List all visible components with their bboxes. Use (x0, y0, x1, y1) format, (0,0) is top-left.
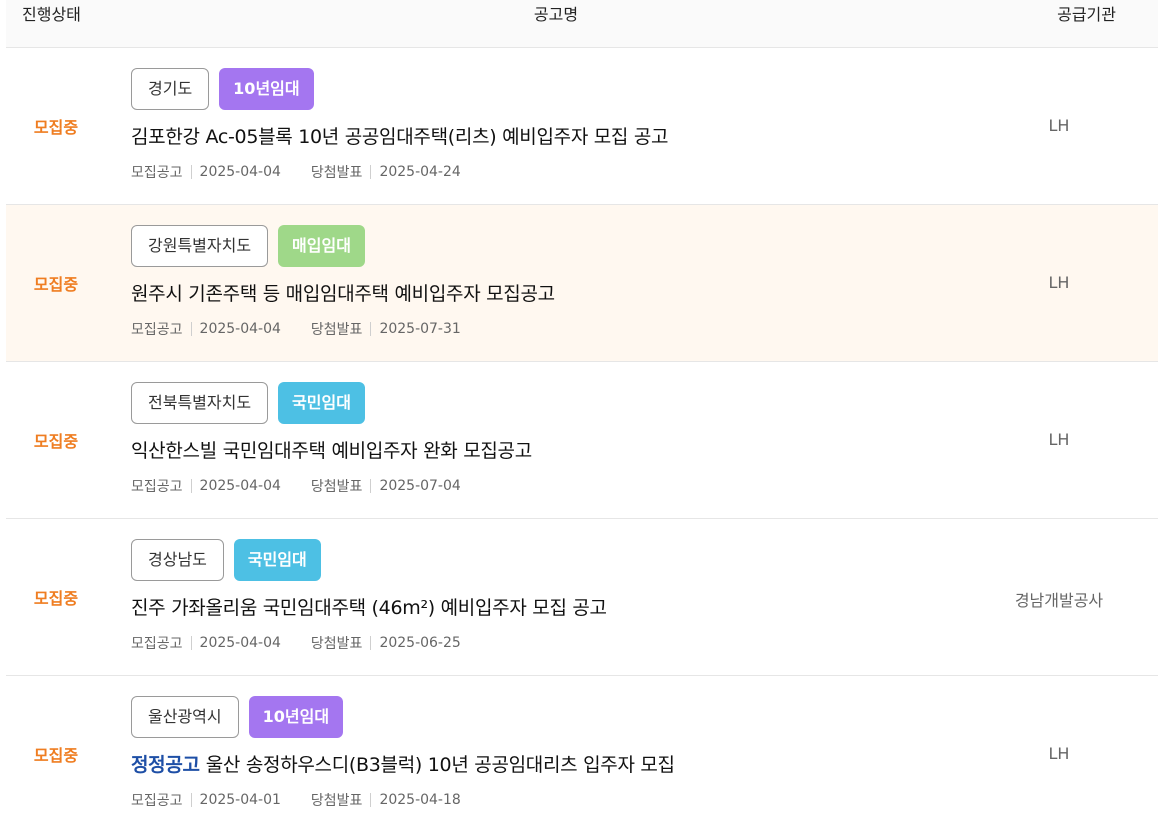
header-title: 공고명 (533, 5, 579, 24)
date-info: 모집공고 2025-04-04 당첨발표 2025-07-31 (131, 319, 461, 339)
table-row[interactable]: 모집중 경상남도 국민임대 진주 가좌올리움 국민임대주택 (46m²) 예비입… (6, 519, 1158, 676)
rental-type-tag: 10년임대 (219, 68, 314, 110)
tag-group: 경기도 10년임대 (131, 68, 314, 110)
winner-date: 2025-07-31 (379, 321, 461, 337)
correction-label: 정정공고 (131, 754, 200, 776)
region-tag: 강원특별자치도 (131, 225, 269, 267)
date-info: 모집공고 2025-04-04 당첨발표 2025-04-24 (131, 162, 461, 182)
winner-label: 당첨발표 (310, 479, 363, 495)
region-tag: 경기도 (131, 68, 210, 110)
notice-label: 모집공고 (131, 636, 183, 652)
table-row[interactable]: 모집중 경기도 10년임대 김포한강 Ac-05블록 10년 공공임대주택(리츠… (6, 48, 1158, 205)
announcement-title: 울산 송정하우스디(B3블럭) 10년 공공임대리츠 입주자 모집 (205, 754, 675, 776)
tag-group: 강원특별자치도 매입임대 (131, 225, 365, 267)
rental-type-tag: 국민임대 (278, 382, 365, 424)
divider (190, 636, 192, 650)
status-badge: 모집중 (33, 432, 79, 451)
date-info: 모집공고 2025-04-01 당첨발표 2025-04-18 (131, 790, 461, 810)
divider (190, 479, 192, 493)
table-row[interactable]: 모집중 전북특별자치도 국민임대 익산한스빌 국민임대주택 예비입주자 완화 모… (6, 362, 1158, 519)
rental-type-tag: 매입임대 (278, 225, 365, 267)
supply-org: LH (1048, 744, 1070, 763)
notice-date: 2025-04-04 (199, 478, 281, 494)
date-info: 모집공고 2025-04-04 당첨발표 2025-06-25 (131, 633, 461, 653)
rental-type-tag: 10년임대 (248, 696, 344, 738)
winner-label: 당첨발표 (310, 322, 363, 338)
table-row[interactable]: 모집중 강원특별자치도 매입임대 원주시 기존주택 등 매입임대주택 예비입주자… (6, 205, 1158, 362)
winner-label: 당첨발표 (310, 636, 363, 652)
notice-date: 2025-04-04 (199, 635, 281, 651)
winner-date: 2025-04-24 (379, 164, 461, 180)
notice-date: 2025-04-01 (199, 792, 281, 808)
region-tag: 울산광역시 (131, 696, 239, 738)
announcement-title: 원주시 기존주택 등 매입임대주택 예비입주자 모집공고 (131, 283, 555, 305)
announcement-title-link[interactable]: 원주시 기존주택 등 매입임대주택 예비입주자 모집공고 (131, 279, 555, 306)
status-badge: 모집중 (33, 118, 79, 137)
region-tag: 전북특별자치도 (131, 382, 269, 424)
status-badge: 모집중 (33, 589, 79, 608)
date-info: 모집공고 2025-04-04 당첨발표 2025-07-04 (131, 476, 461, 496)
announcement-title: 익산한스빌 국민임대주택 예비입주자 완화 모집공고 (131, 440, 532, 462)
status-badge: 모집중 (33, 746, 79, 765)
winner-date: 2025-04-18 (379, 792, 461, 808)
announcement-title-link[interactable]: 김포한강 Ac-05블록 10년 공공임대주택(리츠) 예비입주자 모집 공고 (131, 122, 669, 149)
status-badge: 모집중 (33, 275, 79, 294)
winner-label: 당첨발표 (310, 793, 363, 809)
notice-date: 2025-04-04 (199, 321, 281, 337)
table-header: 진행상태 공고명 공급기관 (6, 0, 1158, 48)
announcement-title-link[interactable]: 익산한스빌 국민임대주택 예비입주자 완화 모집공고 (131, 436, 532, 463)
supply-org: LH (1048, 430, 1070, 449)
region-tag: 경상남도 (131, 539, 224, 581)
table-row[interactable]: 모집중 울산광역시 10년임대 정정공고 울산 송정하우스디(B3블럭) 10년 … (6, 676, 1158, 821)
winner-label: 당첨발표 (310, 165, 363, 181)
tag-group: 전북특별자치도 국민임대 (131, 382, 365, 424)
supply-org: LH (1048, 116, 1070, 135)
notice-label: 모집공고 (131, 165, 183, 181)
announcement-title: 김포한강 Ac-05블록 10년 공공임대주택(리츠) 예비입주자 모집 공고 (131, 126, 669, 148)
supply-org: LH (1048, 273, 1070, 292)
divider (370, 636, 372, 650)
header-org: 공급기관 (1057, 5, 1116, 24)
supply-org: 경남개발공사 (1014, 591, 1104, 610)
announcement-list: 진행상태 공고명 공급기관 모집중 경기도 10년임대 김포한강 Ac-05블록… (0, 0, 1158, 821)
divider (190, 165, 192, 179)
divider (370, 165, 372, 179)
tag-group: 울산광역시 10년임대 (131, 696, 344, 738)
winner-date: 2025-06-25 (379, 635, 461, 651)
divider (370, 793, 372, 807)
announcement-title: 진주 가좌올리움 국민임대주택 (46m²) 예비입주자 모집 공고 (131, 597, 607, 619)
rental-type-tag: 국민임대 (233, 539, 321, 581)
divider (190, 793, 192, 807)
winner-date: 2025-07-04 (379, 478, 461, 494)
announcement-title-link[interactable]: 정정공고 울산 송정하우스디(B3블럭) 10년 공공임대리츠 입주자 모집 (131, 750, 675, 777)
divider (370, 322, 372, 336)
announcement-title-link[interactable]: 진주 가좌올리움 국민임대주택 (46m²) 예비입주자 모집 공고 (131, 593, 607, 620)
notice-label: 모집공고 (131, 479, 183, 495)
notice-label: 모집공고 (131, 793, 183, 809)
divider (370, 479, 372, 493)
divider (190, 322, 192, 336)
notice-label: 모집공고 (131, 322, 183, 338)
tag-group: 경상남도 국민임대 (131, 539, 321, 581)
notice-date: 2025-04-04 (199, 164, 281, 180)
